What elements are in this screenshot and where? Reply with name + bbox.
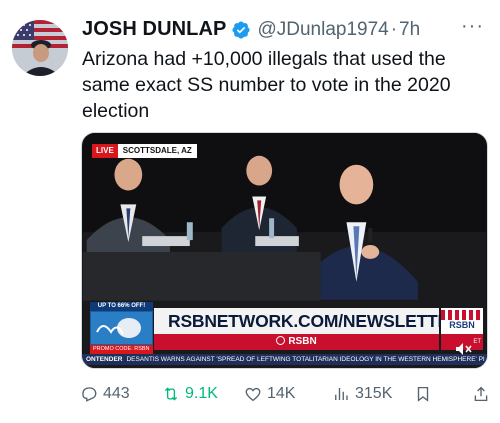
retweet-button[interactable]: 9.1K bbox=[162, 385, 218, 403]
bookmark-button[interactable] bbox=[414, 385, 437, 403]
view-count: 315K bbox=[355, 385, 393, 402]
news-crawl: ONTENDER DESANTIS WARNS AGAINST 'SPREAD O… bbox=[82, 354, 487, 365]
network-label: RSBN bbox=[288, 336, 317, 347]
views-button[interactable]: 315K bbox=[332, 385, 392, 403]
reply-button[interactable]: 443 bbox=[80, 385, 130, 403]
post-time[interactable]: 7h bbox=[399, 19, 420, 41]
avatar[interactable] bbox=[12, 20, 68, 76]
author-name[interactable]: JOSH DUNLAP bbox=[82, 18, 226, 41]
lower-third: UP TO 66% OFF! PROMO CODE: RSBN RSBNETWO… bbox=[82, 302, 487, 368]
share-button[interactable] bbox=[472, 385, 495, 403]
rsbn-logo: RSBN bbox=[441, 308, 483, 334]
retweet-count: 9.1K bbox=[185, 385, 218, 402]
like-count: 14K bbox=[267, 385, 296, 402]
promo-logo bbox=[90, 311, 153, 345]
crawl-tail: PI bbox=[478, 356, 485, 363]
more-options-icon[interactable]: ··· bbox=[461, 16, 484, 36]
rsbn-logo-text: RSBN bbox=[449, 320, 475, 330]
promo-headline: UP TO 66% OFF! bbox=[90, 302, 153, 311]
analytics-icon bbox=[335, 388, 348, 400]
tweet-text: Arizona had +10,000 illegals that used t… bbox=[82, 48, 451, 122]
action-bar: 443 9.1K 14K 315K bbox=[74, 382, 494, 406]
mute-icon[interactable] bbox=[455, 342, 473, 356]
reply-icon bbox=[82, 387, 97, 402]
live-badge: LIVE SCOTTSDALE, AZ bbox=[92, 144, 197, 158]
reply-count: 443 bbox=[103, 385, 130, 402]
crawl-text: DESANTIS WARNS AGAINST 'SPREAD OF LEFTWI… bbox=[126, 356, 477, 363]
logo-stripes bbox=[441, 310, 483, 320]
network-bar: RSBN bbox=[154, 334, 439, 350]
tweet-header: JOSH DUNLAP @JDunlap1974 · 7h bbox=[82, 18, 420, 41]
like-button[interactable]: 14K bbox=[244, 385, 295, 403]
live-label: LIVE bbox=[92, 144, 118, 158]
video-player[interactable]: LIVE SCOTTSDALE, AZ UP TO 66% OFF! PROMO… bbox=[81, 132, 488, 369]
verified-badge-icon bbox=[232, 20, 250, 39]
avatar-image bbox=[12, 20, 68, 76]
newsletter-banner: RSBNETWORK.COM/NEWSLETTER bbox=[154, 308, 462, 334]
network-dot-icon bbox=[276, 336, 286, 345]
mypillow-logo-icon bbox=[91, 312, 152, 344]
heart-icon bbox=[245, 387, 261, 402]
bookmark-icon bbox=[417, 386, 429, 402]
header-separator: · bbox=[390, 18, 398, 40]
promo-code: PROMO CODE: RSBN bbox=[90, 345, 153, 354]
speaker-muted-icon bbox=[456, 343, 472, 355]
retweet-icon bbox=[164, 387, 178, 401]
author-handle[interactable]: @JDunlap1974 bbox=[257, 19, 388, 41]
share-icon bbox=[474, 386, 488, 402]
crawl-tag: ONTENDER bbox=[86, 356, 123, 363]
location-label: SCOTTSDALE, AZ bbox=[117, 144, 197, 158]
tweet[interactable]: JOSH DUNLAP @JDunlap1974 · 7h ··· Arizon… bbox=[0, 0, 500, 423]
